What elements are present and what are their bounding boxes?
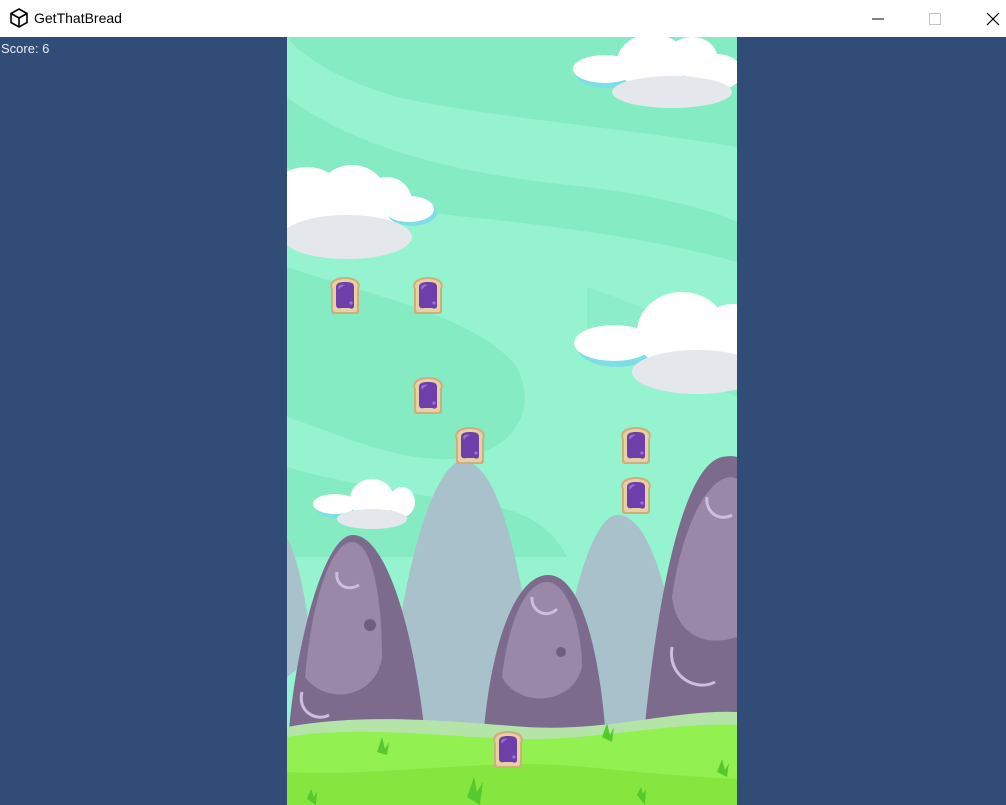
close-button[interactable] — [970, 0, 1006, 37]
bread-with-jam-icon[interactable] — [488, 729, 528, 769]
game-background — [287, 37, 737, 805]
bread-with-jam-icon[interactable] — [450, 425, 490, 465]
minimize-icon — [872, 13, 884, 25]
bread-with-jam-icon[interactable] — [616, 475, 656, 515]
title-bar[interactable]: GetThatBread — [0, 0, 1006, 37]
bread-with-jam-icon[interactable] — [616, 425, 656, 465]
window-title: GetThatBread — [34, 10, 122, 26]
minimize-button[interactable] — [855, 0, 901, 37]
unity-icon — [9, 8, 29, 28]
bread-with-jam-icon[interactable] — [408, 375, 448, 415]
score-label: Score: 6 — [1, 41, 50, 56]
game-canvas[interactable] — [287, 37, 737, 805]
bread-with-jam-icon[interactable] — [408, 275, 448, 315]
bread-with-jam-icon[interactable] — [325, 275, 365, 315]
maximize-icon — [929, 12, 941, 25]
close-icon — [986, 12, 1000, 26]
maximize-button[interactable] — [912, 0, 958, 37]
